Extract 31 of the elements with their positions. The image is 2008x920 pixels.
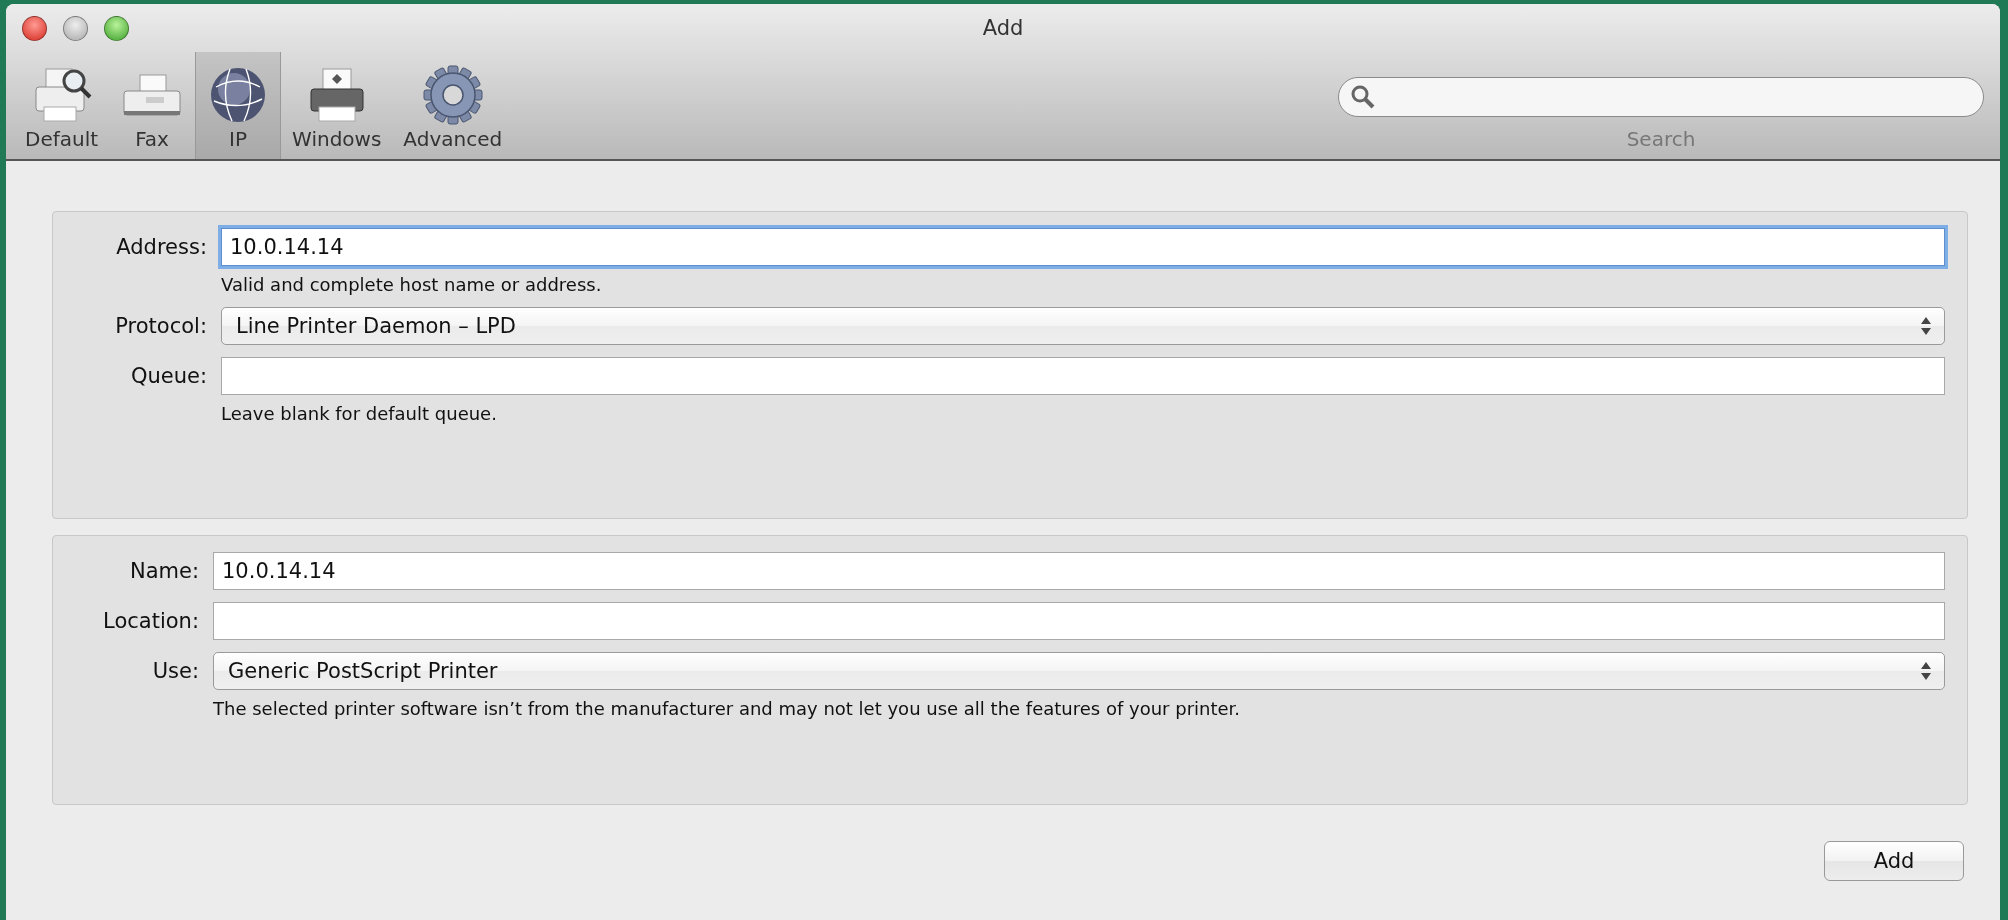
text-field[interactable]: 10.0.14.14	[221, 228, 1945, 266]
close-button[interactable]	[22, 16, 47, 41]
hint-text: The selected printer software isn’t from the manufacturer and may not let you use all the features of your printer.	[213, 698, 1242, 719]
field-label: Name:	[128, 559, 199, 583]
search-icon	[1351, 85, 1375, 109]
field-label: Address:	[115, 235, 207, 259]
stepper-arrows-icon	[1920, 661, 1932, 681]
field-label: Queue:	[129, 364, 207, 388]
hint-text: Leave blank for default queue.	[221, 403, 498, 424]
toolbar-tab[interactable]: IP	[195, 52, 282, 159]
popup-menu[interactable]: Line Printer Daemon – LPD	[221, 307, 1945, 345]
field-label: Location:	[102, 609, 199, 633]
popup-menu[interactable]: Generic PostScript Printer	[213, 652, 1945, 690]
field-label: Use:	[151, 659, 199, 683]
text-field[interactable]	[221, 357, 1945, 395]
gear-icon	[420, 65, 485, 125]
text-field[interactable]	[213, 602, 1945, 640]
toolbar-tab[interactable]: Fax	[109, 52, 196, 159]
toolbar-tab[interactable]: Default	[14, 52, 110, 159]
toolbar-tab[interactable]: Windows	[281, 52, 393, 159]
toolbar-tab[interactable]: Advanced	[392, 52, 514, 159]
zoom-button[interactable]	[104, 16, 129, 41]
stepper-arrows-icon	[1920, 316, 1932, 336]
search-field[interactable]	[1338, 77, 1984, 117]
search-label: Search	[1626, 127, 1696, 151]
text-field[interactable]: 10.0.14.14	[213, 552, 1945, 590]
add-button[interactable]: Add	[1824, 841, 1964, 881]
field-label: Protocol:	[114, 314, 207, 338]
minimize-button[interactable]	[63, 16, 88, 41]
hint-text: Valid and complete host name or address.	[221, 274, 603, 295]
window-title: Add	[982, 16, 1024, 40]
